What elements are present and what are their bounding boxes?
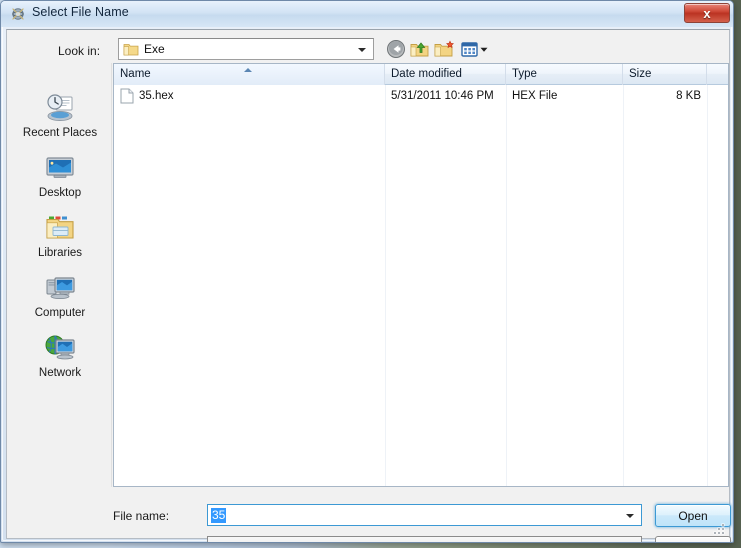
grid-line [385,85,386,486]
grid-line [506,85,507,486]
desktop-icon [43,151,77,185]
column-header-label: Name [120,68,151,80]
file-name-input[interactable]: 35 [207,504,642,526]
close-icon: x [703,5,711,21]
chevron-down-icon [358,48,366,52]
cancel-button-label: Cancel [674,541,711,543]
column-header-type[interactable]: Type [506,64,623,85]
back-button[interactable] [385,38,407,60]
cell-file-type: HEX File [512,90,558,102]
close-button[interactable]: x [684,3,730,23]
folder-icon [123,42,139,57]
column-header-filler [707,64,728,85]
files-of-type-combobox[interactable]: HEX, UBROF, COFF, ELF or OBJ Files [207,536,642,542]
window-title: Select File Name [32,5,129,19]
file-name-value: 35 [211,508,227,523]
select-file-dialog: Select File Name x Look in: Exe Recent P… [0,0,734,543]
look-in-value: Exe [144,42,165,56]
libraries-icon [43,211,77,245]
title-bar: Select File Name x [1,1,733,27]
cell-date-modified: 5/31/2011 10:46 PM [391,90,494,102]
column-header-size[interactable]: Size [623,64,707,85]
new-folder-button[interactable] [433,38,457,60]
grid-line [623,85,624,486]
sidebar-item-libraries[interactable]: Libraries [8,211,112,271]
column-header-name[interactable]: Name [114,64,385,85]
chevron-down-icon[interactable] [626,514,634,518]
open-button-label: Open [678,508,708,523]
dialog-body: Look in: Exe Recent Places Desktop Libra… [6,29,731,542]
look-in-label: Look in: [58,44,101,58]
sidebar-item-label: Desktop [38,187,82,199]
cell-file-size: 8 KB [676,90,701,102]
sidebar-item-network[interactable]: Network [8,331,112,391]
generic-file-icon [120,88,134,104]
sidebar-item-label: Libraries [37,247,83,259]
resize-grip[interactable] [713,523,726,536]
file-list-header: Name Date modified Type Size [114,64,728,85]
app-icon [10,6,26,22]
views-button[interactable] [459,38,491,60]
sidebar-item-label: Network [38,367,82,379]
sidebar-item-desktop[interactable]: Desktop [8,151,112,211]
sidebar-item-label: Recent Places [22,127,98,139]
cancel-button[interactable]: Cancel [655,536,731,543]
files-of-type-label: Files of type: [113,541,181,542]
computer-icon [43,271,77,305]
network-icon [43,331,77,365]
sort-ascending-icon [244,68,252,72]
look-in-combobox[interactable]: Exe [118,38,374,60]
places-sidebar: Recent Places Desktop Libraries Computer… [8,63,112,487]
recent-places-icon [43,91,77,125]
sidebar-item-computer[interactable]: Computer [8,271,112,331]
table-row[interactable]: 35.hex 5/31/2011 10:46 PM HEX File 8 KB [114,85,728,107]
files-of-type-value: HEX, UBROF, COFF, ELF or OBJ Files [213,540,421,542]
file-name-label: File name: [113,509,170,523]
sidebar-item-label: Computer [34,307,86,319]
cell-file-name: 35.hex [139,90,174,102]
grid-line [707,85,708,486]
sidebar-item-recent-places[interactable]: Recent Places [8,91,112,151]
file-list-view[interactable]: Name Date modified Type Size 35.hex 5/31… [113,63,729,487]
column-header-date-modified[interactable]: Date modified [385,64,506,85]
up-folder-button[interactable] [409,38,431,60]
